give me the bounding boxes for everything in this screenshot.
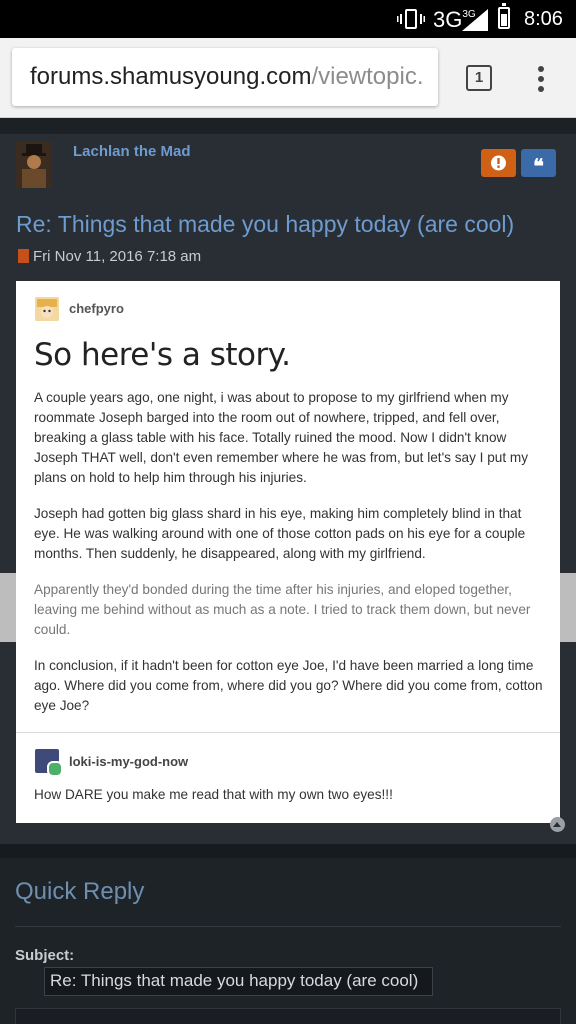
overflow-menu-icon[interactable]: [538, 66, 544, 92]
quote-icon: ❝: [533, 154, 544, 178]
post-date: Fri Nov 11, 2016 7:18 am: [33, 248, 202, 265]
story-paragraph-3: Apparently they'd bonded during the time…: [34, 582, 531, 637]
image-backdrop-right: [560, 573, 576, 642]
reply-text: How DARE you make me read that with my o…: [34, 787, 393, 802]
quote-button[interactable]: ❝: [521, 149, 556, 178]
reply-user-avatar: [35, 749, 63, 777]
subject-label: Subject:: [15, 947, 75, 964]
browser-toolbar: forums.shamusyoung.com/viewtopic. 1: [0, 38, 576, 118]
post-title[interactable]: Re: Things that made you happy today (ar…: [16, 211, 514, 238]
reply-divider: [16, 732, 560, 733]
quick-reply-panel: [0, 844, 576, 1024]
url-text: forums.shamusyoung.com/viewtopic.: [30, 63, 424, 90]
message-textarea[interactable]: [15, 1008, 561, 1024]
story-paragraph-4: In conclusion, if it hadn't been for cot…: [34, 658, 543, 713]
chefpyro-avatar: [35, 297, 59, 321]
back-to-top-icon[interactable]: [550, 817, 565, 832]
subject-input[interactable]: Re: Things that made you happy today (ar…: [44, 967, 433, 996]
story-title: So here's a story.: [34, 337, 291, 373]
tab-switcher-button[interactable]: 1: [466, 65, 492, 91]
status-bar: 3G3G 8:06: [0, 0, 576, 38]
exclamation-icon: [491, 155, 506, 171]
reply-username: loki-is-my-god-now: [69, 754, 189, 769]
quick-reply-title: Quick Reply: [15, 878, 145, 905]
clock: 8:06: [524, 8, 563, 30]
battery-icon: [498, 3, 510, 29]
address-bar[interactable]: forums.shamusyoung.com/viewtopic.: [12, 48, 438, 106]
author-avatar[interactable]: [16, 142, 52, 188]
image-backdrop-left: [0, 573, 16, 642]
embedded-image: chefpyro So here's a story. A couple yea…: [16, 281, 560, 823]
op-username: chefpyro: [69, 301, 124, 316]
avatar-image: [16, 142, 52, 188]
report-button[interactable]: [481, 149, 516, 177]
vibrate-icon: [397, 9, 425, 29]
author-name-link[interactable]: Lachlan the Mad: [73, 143, 191, 160]
story-paragraph-2: Joseph had gotten big glass shard in his…: [34, 506, 526, 561]
story-paragraph-1: A couple years ago, one night, i was abo…: [34, 390, 529, 485]
post-file-icon[interactable]: [18, 249, 29, 263]
quick-reply-divider: [15, 926, 561, 927]
signal-icon: [462, 9, 488, 31]
